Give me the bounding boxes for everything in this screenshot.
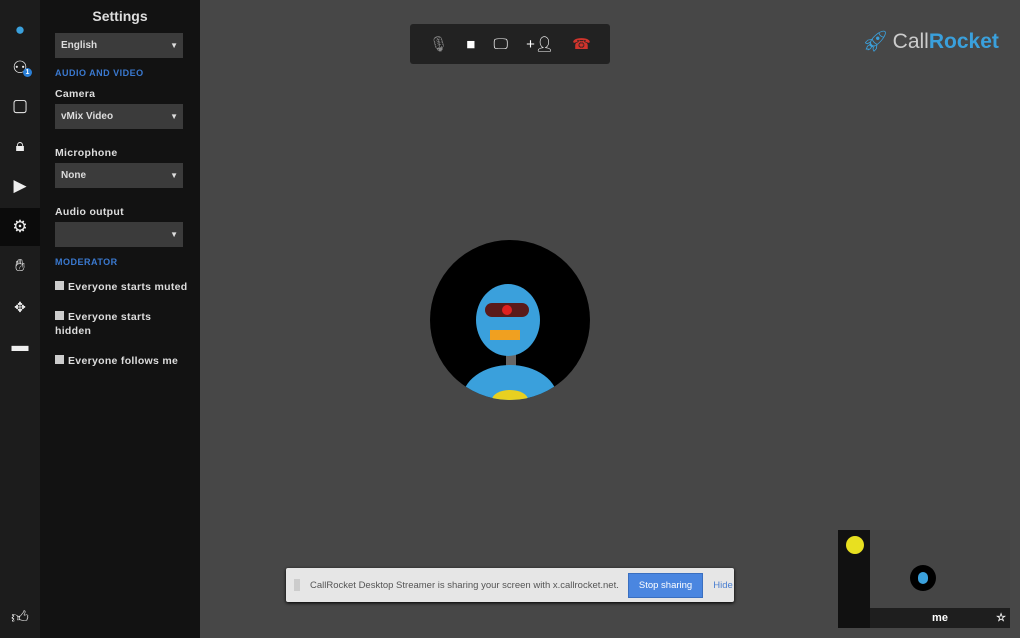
option-label: Everyone starts muted <box>68 281 188 293</box>
preview-sidebar <box>838 530 870 628</box>
stop-sharing-button[interactable]: Stop sharing <box>628 573 703 598</box>
icon-bar: ● ⚇1 ▢ 🔒︎ ▶︎ ⚙ ✋︎ ✥ ▬ 👍︎ <box>0 0 40 638</box>
audio-output-label: Audio output <box>55 206 124 218</box>
checkbox[interactable] <box>55 355 64 364</box>
settings-title: Settings <box>40 8 200 24</box>
hangup-icon[interactable]: ☎︎ <box>572 35 591 53</box>
moderator-heading: MODERATOR <box>55 257 118 267</box>
call-toolbar: 🎙︎ ■ 🖵︎ +👤︎ ☎︎ <box>410 24 610 64</box>
settings-gear-icon[interactable]: ⚙ <box>0 208 40 246</box>
microphone-select[interactable]: None ▼ <box>55 163 183 188</box>
audio-output-select[interactable]: ▼ <box>55 222 183 247</box>
banner-message: CallRocket Desktop Streamer is sharing y… <box>310 580 619 591</box>
rocket-icon: 🚀︎ <box>862 30 889 54</box>
settings-panel: Settings English ▼ AUDIO AND VIDEO Camera… <box>40 0 200 638</box>
participant-avatar <box>430 240 590 400</box>
add-person-icon[interactable]: +👤︎ <box>526 35 554 53</box>
option-everyone-starts-hidden[interactable]: Everyone starts hidden <box>55 310 190 338</box>
thumbs-up-icon[interactable]: 👍︎ <box>0 598 40 636</box>
chevron-down-icon: ▼ <box>170 41 178 50</box>
mic-muted-icon[interactable]: 🎙︎ <box>429 35 448 53</box>
self-view-thumbnail[interactable]: me ☆ <box>838 530 1010 628</box>
logo-rocket: Rocket <box>929 30 999 54</box>
chevron-down-icon: ▼ <box>170 230 178 239</box>
play-icon[interactable]: ▶︎ <box>0 167 40 205</box>
option-label: Everyone starts hidden <box>55 311 151 337</box>
grip-icon <box>294 579 300 591</box>
filmstrip-icon[interactable]: ▬ <box>0 327 40 365</box>
participants-badge: 1 <box>23 68 32 77</box>
camera-label: Camera <box>55 88 95 100</box>
checkbox[interactable] <box>55 281 64 290</box>
option-everyone-follows-me[interactable]: Everyone follows me <box>55 354 190 368</box>
chat-icon[interactable]: ▢ <box>0 87 40 125</box>
preview-avatar <box>910 565 936 591</box>
checkbox[interactable] <box>55 311 64 320</box>
participants-icon[interactable]: ⚇1 <box>0 49 40 87</box>
chevron-down-icon: ▼ <box>170 112 178 121</box>
screen-share-banner: CallRocket Desktop Streamer is sharing y… <box>286 568 734 602</box>
audio-video-heading: AUDIO AND VIDEO <box>55 68 144 78</box>
callrocket-logo: 🚀︎ CallRocket <box>862 30 999 54</box>
focus-icon[interactable]: ✥ <box>0 288 40 326</box>
logo-call: Call <box>893 30 929 54</box>
raise-hand-icon[interactable]: ✋︎ <box>0 247 40 285</box>
lock-icon[interactable]: 🔒︎ <box>0 127 40 165</box>
hide-button[interactable]: Hide <box>713 580 733 591</box>
profile-icon[interactable]: ● <box>0 11 40 49</box>
star-icon[interactable]: ☆ <box>996 608 1006 628</box>
option-label: Everyone follows me <box>68 355 178 367</box>
language-select[interactable]: English ▼ <box>55 33 183 58</box>
screen-share-icon[interactable]: 🖵︎ <box>494 36 508 53</box>
microphone-value: None <box>61 170 86 181</box>
language-value: English <box>61 40 97 51</box>
preview-name-bar: me ☆ <box>870 608 1010 628</box>
camera-icon[interactable]: ■ <box>466 36 475 53</box>
self-name: me <box>932 612 948 624</box>
camera-select[interactable]: vMix Video ▼ <box>55 104 183 129</box>
microphone-label: Microphone <box>55 147 118 159</box>
option-everyone-starts-muted[interactable]: Everyone starts muted <box>55 280 190 294</box>
chevron-down-icon: ▼ <box>170 171 178 180</box>
camera-value: vMix Video <box>61 111 113 122</box>
